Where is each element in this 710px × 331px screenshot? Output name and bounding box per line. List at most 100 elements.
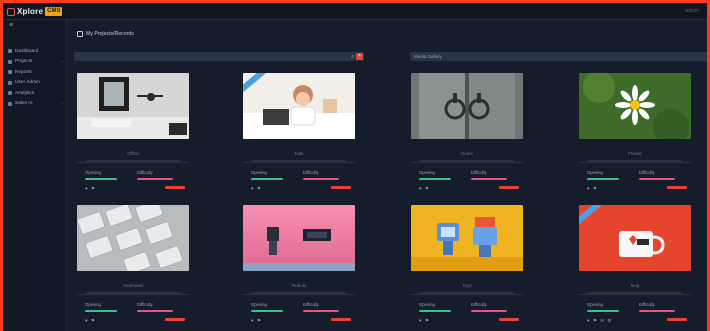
stat-label-left: Opening xyxy=(587,302,603,307)
card-action-icons[interactable]: ♥ ⚑ xyxy=(419,186,430,192)
card-divider xyxy=(243,292,355,295)
progress-bar-green xyxy=(587,310,619,312)
gallery-card[interactable]: Office Opening Difficulty ♥ ⚑ xyxy=(77,73,189,199)
page-title: My Projects/Records xyxy=(77,31,134,37)
card-image-toys[interactable] xyxy=(411,205,523,271)
sales-icon xyxy=(8,101,12,106)
sidebar-item-dashboard[interactable]: Dashboard xyxy=(3,46,67,57)
progress-bar-pink xyxy=(471,178,507,180)
logo[interactable]: Xplore CMS xyxy=(7,6,63,17)
top-header: Xplore CMS admin xyxy=(3,3,707,20)
card-action-button[interactable] xyxy=(331,318,351,321)
logo-badge: CMS xyxy=(45,7,63,16)
search-icon[interactable]: ⌕ xyxy=(351,54,354,60)
sidebar-item-label: Reports xyxy=(15,69,32,75)
card-action-icons[interactable]: ♥ ⚑ ✉ ⚙ xyxy=(587,318,612,324)
logo-text: Xplore xyxy=(17,7,44,16)
card-image-mug[interactable] xyxy=(579,205,691,271)
sidebar-item-projects[interactable]: Projects › xyxy=(3,57,67,68)
card-action-icons[interactable]: ♥ ⚑ xyxy=(251,186,262,192)
card-action-button[interactable] xyxy=(165,318,185,321)
stat-label-right: Difficulty xyxy=(639,302,655,307)
chevron-right-icon: › xyxy=(61,58,63,65)
progress-bar-green xyxy=(419,310,451,312)
card-action-icons[interactable]: ♥ ⚑ xyxy=(85,186,96,192)
card-action-button[interactable] xyxy=(667,186,687,189)
card-image-keyboard[interactable] xyxy=(77,205,189,271)
progress-bar-pink xyxy=(137,310,173,312)
sidebar-item-label: Dashboard xyxy=(15,48,39,54)
chevron-right-icon: › xyxy=(61,100,63,107)
panel-header-left: ⌕ × xyxy=(74,52,364,61)
progress-bar-green xyxy=(251,310,283,312)
card-action-button[interactable] xyxy=(331,186,351,189)
sidebar-item-sales[interactable]: Sales ro › xyxy=(3,99,67,110)
sidebar-item-label: Projects xyxy=(15,59,33,65)
card-divider xyxy=(243,160,355,163)
sidebar: ≡ Dashboard Projects › Reports User Admi… xyxy=(3,20,67,331)
progress-bar-pink xyxy=(639,178,675,180)
stat-label-right: Difficulty xyxy=(639,170,655,175)
close-icon[interactable]: × xyxy=(356,53,363,60)
card-image-robots[interactable] xyxy=(243,205,355,271)
card-divider xyxy=(411,160,523,163)
card-image-flower[interactable] xyxy=(579,73,691,139)
sidebar-item-label: Analytics xyxy=(15,90,35,96)
card-divider xyxy=(579,292,691,295)
progress-bar-pink xyxy=(471,310,507,312)
sidebar-item-reports[interactable]: Reports xyxy=(3,67,67,78)
stat-label-left: Opening xyxy=(419,170,435,175)
card-action-icons[interactable]: ♥ ⚑ xyxy=(251,318,262,324)
header-user[interactable]: admin xyxy=(685,8,699,14)
stat-label-left: Opening xyxy=(251,302,267,307)
progress-bar-pink xyxy=(303,310,339,312)
gallery-card[interactable]: Toys Opening Difficulty ♥ ⚑ xyxy=(411,205,523,331)
sidebar-nav: Dashboard Projects › Reports User Admin … xyxy=(3,46,67,109)
logo-icon xyxy=(7,7,15,16)
progress-bar-green xyxy=(85,178,117,180)
gallery-card[interactable]: Robots Opening Difficulty ♥ ⚑ xyxy=(243,205,355,331)
sidebar-item-user-admin[interactable]: User Admin xyxy=(3,78,67,89)
progress-bar-pink xyxy=(303,178,339,180)
stat-label-right: Difficulty xyxy=(471,302,487,307)
main-content: My Projects/Records ⌕ × Media Gallery Of… xyxy=(67,20,707,331)
gallery-card[interactable]: Mug Opening Difficulty ♥ ⚑ ✉ ⚙ xyxy=(579,205,691,331)
user-icon xyxy=(8,80,12,85)
progress-bar-green xyxy=(587,178,619,180)
progress-bar-green xyxy=(419,178,451,180)
card-action-button[interactable] xyxy=(499,186,519,189)
sidebar-item-analytics[interactable]: Analytics xyxy=(3,88,67,99)
card-action-icons[interactable]: ♥ ⚑ xyxy=(419,318,430,324)
progress-bar-green xyxy=(85,310,117,312)
stat-label-left: Opening xyxy=(251,170,267,175)
sidebar-item-label: User Admin xyxy=(15,80,40,86)
card-divider xyxy=(579,160,691,163)
folder-icon xyxy=(8,59,12,64)
card-action-icons[interactable]: ♥ ⚑ xyxy=(85,318,96,324)
stat-label-left: Opening xyxy=(587,170,603,175)
gallery-card[interactable]: Flower Opening Difficulty ♥ ⚑ xyxy=(579,73,691,199)
card-image-office[interactable] xyxy=(77,73,189,139)
card-image-kids[interactable] xyxy=(243,73,355,139)
card-action-button[interactable] xyxy=(165,186,185,189)
card-action-button[interactable] xyxy=(499,318,519,321)
gallery-card[interactable]: Keyboard Opening Difficulty ♥ ⚑ xyxy=(77,205,189,331)
card-caption: Mug xyxy=(630,283,640,288)
gallery-card[interactable]: Doors Opening Difficulty ♥ ⚑ xyxy=(411,73,523,199)
card-caption: Robots xyxy=(291,283,307,288)
stat-label-left: Opening xyxy=(85,302,101,307)
stat-label-right: Difficulty xyxy=(303,302,319,307)
menu-icon[interactable]: ≡ xyxy=(9,22,13,29)
card-caption: Toys xyxy=(462,283,472,288)
gallery-card[interactable]: Kids Opening Difficulty ♥ ⚑ xyxy=(243,73,355,199)
dashboard-icon xyxy=(8,49,12,54)
card-caption: Doors xyxy=(460,151,473,156)
sidebar-item-label: Sales ro xyxy=(15,101,33,107)
progress-bar-pink xyxy=(137,178,173,180)
card-image-doors[interactable] xyxy=(411,73,523,139)
card-caption: Flower xyxy=(628,151,642,156)
card-action-icons[interactable]: ♥ ⚑ xyxy=(587,186,598,192)
card-action-button[interactable] xyxy=(667,318,687,321)
stat-label-left: Opening xyxy=(85,170,101,175)
document-icon xyxy=(77,31,83,37)
